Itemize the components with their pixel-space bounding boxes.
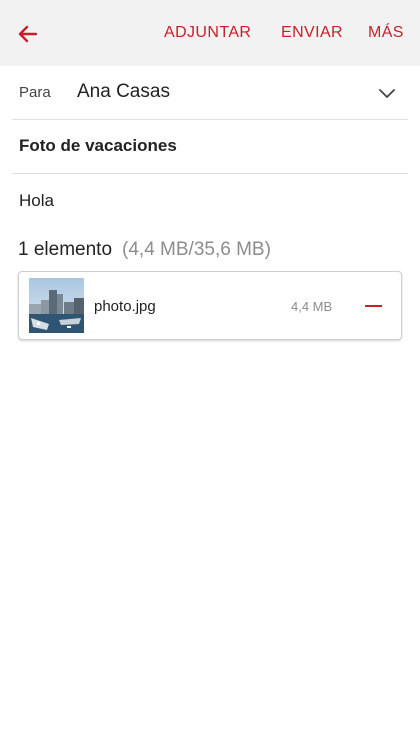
subject-field[interactable]: Foto de vacaciones: [19, 136, 177, 156]
minus-icon: [365, 305, 382, 307]
message-body[interactable]: Hola: [19, 191, 54, 211]
arrow-left-icon: [18, 25, 38, 43]
to-label: Para: [19, 84, 51, 101]
to-row[interactable]: Para Ana Casas: [0, 66, 420, 120]
divider: [12, 173, 408, 174]
remove-attachment-button[interactable]: [359, 294, 389, 318]
send-button[interactable]: ENVIAR: [281, 22, 343, 44]
back-button[interactable]: [12, 18, 44, 50]
attach-button[interactable]: ADJUNTAR: [164, 22, 251, 44]
attachment-item[interactable]: photo.jpg 4,4 MB: [18, 271, 402, 340]
attachment-size: 4,4 MB: [291, 299, 333, 314]
photo-thumbnail: [29, 278, 84, 333]
divider: [12, 119, 408, 120]
attachment-count: 1 elemento: [18, 239, 113, 260]
more-button[interactable]: MÁS: [368, 22, 404, 44]
chevron-down-icon[interactable]: [376, 82, 398, 104]
attachment-name: photo.jpg: [94, 298, 156, 315]
app-bar: ADJUNTAR ENVIAR MÁS: [0, 0, 420, 66]
recipient-field[interactable]: Ana Casas: [77, 81, 170, 103]
attachment-size-summary: (4,4 MB/35,6 MB): [122, 239, 271, 260]
attachment-summary: 1 elemento (4,4 MB/35,6 MB): [18, 239, 271, 261]
compose-screen: ADJUNTAR ENVIAR MÁS Para Ana Casas Foto …: [0, 0, 420, 746]
